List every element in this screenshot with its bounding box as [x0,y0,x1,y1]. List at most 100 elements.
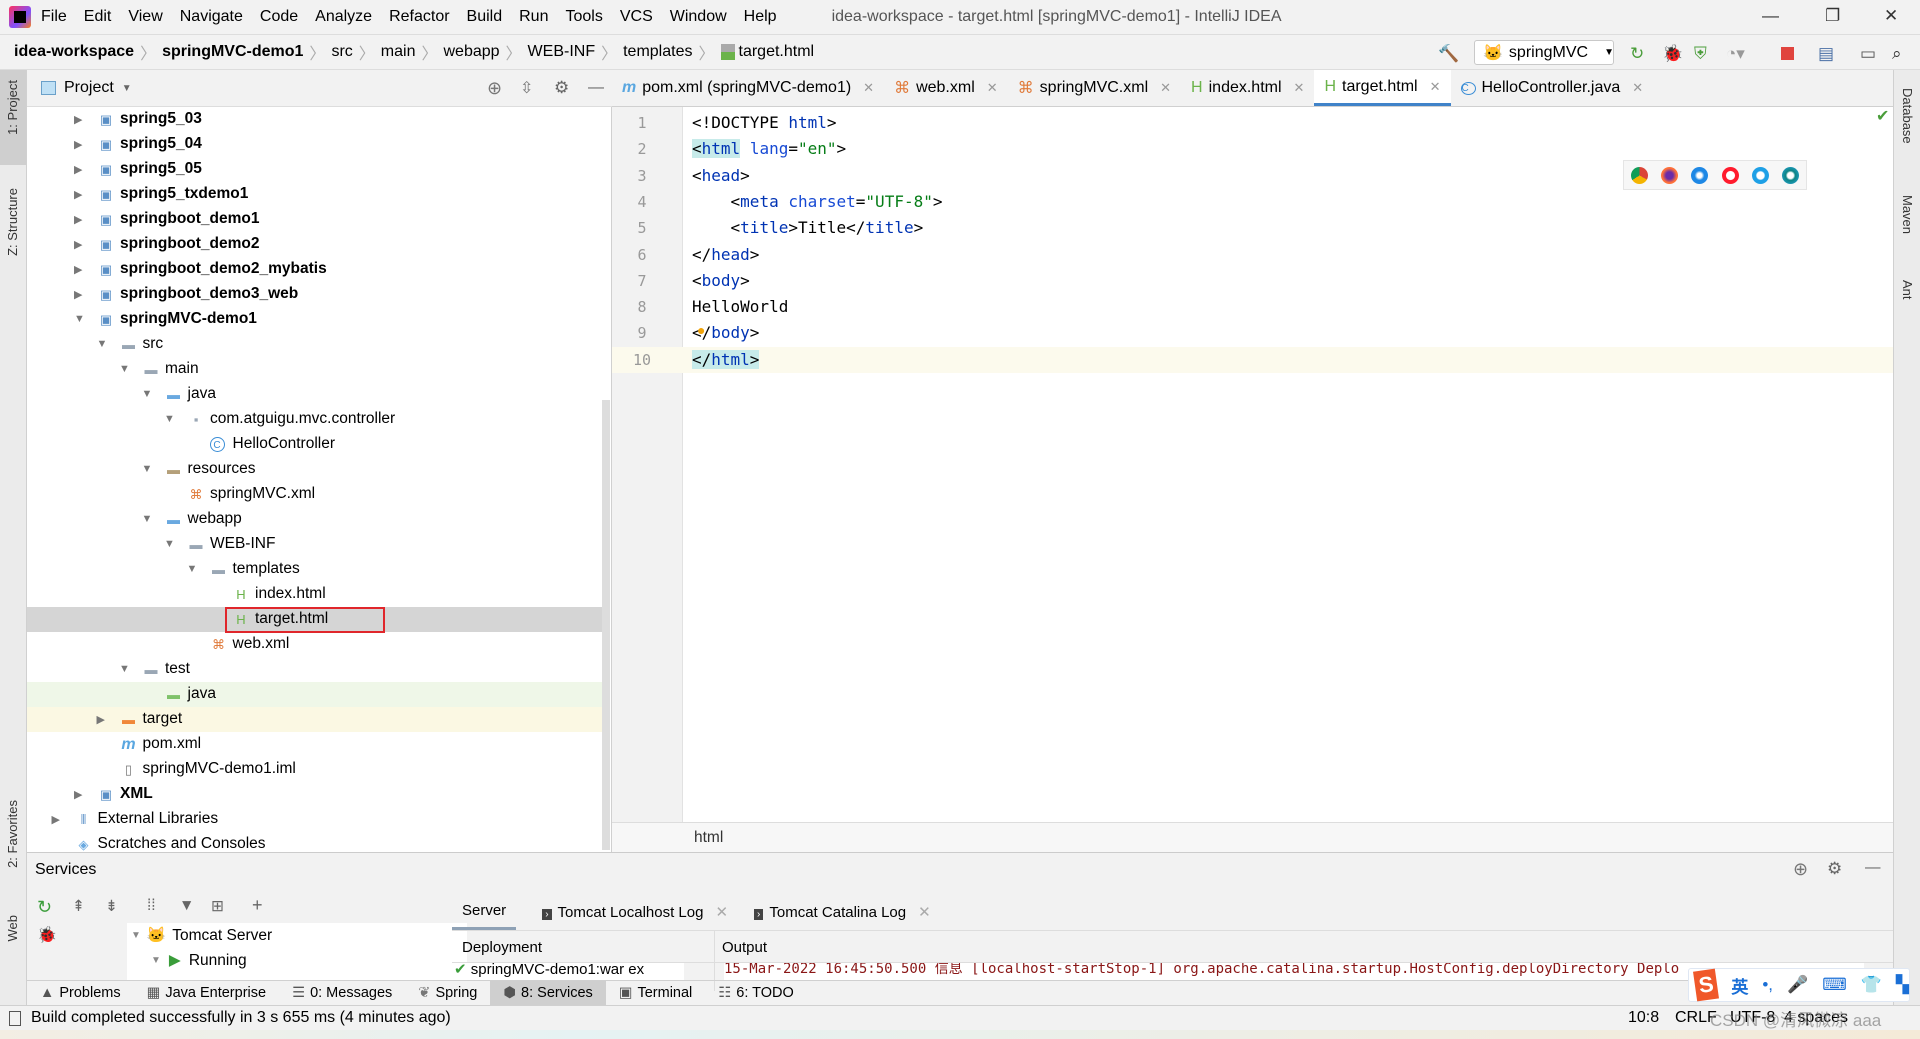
chevron-right-icon[interactable]: ▶ [74,163,82,176]
intention-bulb-icon[interactable]: ● [697,322,705,338]
expand-all-icon[interactable]: ⇞ [72,897,85,916]
filter-icon[interactable]: ▼ [179,897,194,915]
tree-node[interactable]: m pom.xml [27,732,607,757]
code-line[interactable]: <!DOCTYPE html> [692,110,837,136]
code-line[interactable]: <meta charset="UTF-8"> [692,189,943,215]
breadcrumb-item[interactable]: springMVC-demo1 [162,43,303,61]
close-button[interactable]: ✕ [1884,6,1898,26]
chevron-right-icon[interactable]: ▶ [52,813,60,826]
group-by-icon[interactable]: ⁞⁞ [147,897,156,915]
chevron-down-icon[interactable]: ▼ [187,563,198,575]
menu-vcs[interactable]: VCS [620,8,653,26]
tree-node[interactable]: ▶ ▣ XML [27,782,607,807]
terminal-tool-button[interactable]: ▣ Terminal [606,981,706,1006]
tomcat-server-node[interactable]: ▼ 🐱 Tomcat Server [131,926,272,945]
todo-tool-button[interactable]: ☷ 6: TODO [705,981,806,1006]
tree-node[interactable]: ▼ ▬ templates [27,557,607,582]
java-enterprise-tool-button[interactable]: ▦ Java Enterprise [134,981,279,1006]
close-tab-icon[interactable]: ✕ [1294,80,1305,96]
breadcrumb-item[interactable]: WEB-INF [528,43,596,61]
chevron-down-icon[interactable]: ▼ [164,413,175,425]
project-view-select[interactable]: Project [64,79,114,97]
close-tab-icon[interactable]: ✕ [987,80,998,96]
project-structure-icon[interactable]: ▤ [1818,44,1834,64]
stop-icon[interactable] [1781,47,1794,60]
chevron-right-icon[interactable]: ▶ [74,288,82,301]
menu-navigate[interactable]: Navigate [180,8,243,26]
chevron-right-icon[interactable]: ▶ [74,263,82,276]
presentation-icon[interactable]: ▭ [1860,44,1876,64]
menu-refactor[interactable]: Refactor [389,8,449,26]
tree-node[interactable]: ▶ ▣ spring5_txdemo1 [27,182,607,207]
editor-tab[interactable]: ⌘ springMVC.xml ✕ [1008,70,1181,106]
chevron-down-icon[interactable]: ▼ [119,663,130,675]
menu-run[interactable]: Run [519,8,548,26]
safari-browser-icon[interactable] [1691,166,1709,184]
menu-code[interactable]: Code [260,8,298,26]
tree-node[interactable]: ▶ ▣ springboot_demo1 [27,207,607,232]
tree-node[interactable]: ▶ ⫴ External Libraries [27,807,607,832]
menu-analyze[interactable]: Analyze [315,8,372,26]
breadcrumb-item[interactable]: webapp [443,43,499,61]
tab-server[interactable]: Server [452,894,517,930]
chevron-right-icon[interactable]: ▶ [74,788,82,801]
tree-node[interactable]: ⌘ springMVC.xml [27,482,607,507]
restore-button[interactable]: ❐ [1825,6,1840,26]
code-line[interactable]: <head> [692,163,750,189]
breadcrumb-item[interactable]: target.html [739,43,815,61]
chevron-right-icon[interactable]: ▶ [74,238,82,251]
project-scrollbar[interactable] [602,400,610,850]
tree-node[interactable]: Hindex.html [27,582,607,607]
chevron-right-icon[interactable]: ▶ [97,713,105,726]
microphone-icon[interactable]: 🎤 [1787,975,1808,995]
tree-node[interactable]: ▯ springMVC-demo1.iml [27,757,607,782]
tree-node[interactable]: ▼ ▪ com.atguigu.mvc.controller [27,407,607,432]
tab-tomcat-localhost-log[interactable]: › Tomcat Localhost Log ✕ [542,903,728,921]
keyboard-icon[interactable]: ⌨ [1822,975,1847,995]
caret-position[interactable]: 10:8 [1628,1009,1659,1027]
tree-node[interactable]: ▼ ▬ java [27,382,607,407]
web-tool-button[interactable]: Web [5,915,20,942]
menu-window[interactable]: Window [670,8,727,26]
tree-node[interactable]: ▼ ▬ test [27,657,607,682]
chevron-down-icon[interactable]: ▼ [164,538,175,550]
running-node[interactable]: ▼ ▶ Running [151,951,247,970]
inspection-ok-icon[interactable]: ✔ [1876,106,1889,126]
chevron-right-icon[interactable]: ▶ [74,188,82,201]
apps-grid-icon[interactable]: ▚ [1896,975,1909,995]
breadcrumb-item[interactable]: src [331,43,352,61]
ime-punctuation[interactable]: •, [1762,975,1773,995]
tree-node[interactable]: Htarget.html [27,607,607,633]
search-icon[interactable]: ⌕ [1892,44,1902,64]
chevron-down-icon[interactable]: ▼ [142,513,153,525]
breadcrumb-item[interactable]: main [381,43,416,61]
close-tab-icon[interactable]: ✕ [1160,80,1171,96]
tree-node[interactable]: ▼ ▬ WEB-INF [27,532,607,557]
code-line[interactable]: </head> [692,242,759,268]
chevron-right-icon[interactable]: ▶ [74,113,82,126]
services-tool-button[interactable]: ⬢ 8: Services [490,980,606,1006]
code-line[interactable]: <body> [692,268,750,294]
edge-browser-icon[interactable] [1782,166,1800,184]
editor-tab[interactable]: Hindex.html ✕ [1181,70,1314,106]
minimize-button[interactable]: — [1762,6,1779,26]
tree-node[interactable]: ⌘ web.xml [27,632,607,657]
chevron-right-icon[interactable]: ▶ [74,213,82,226]
project-tool-button[interactable]: 1: Project [5,80,20,135]
tree-node[interactable]: ▶ ▬ target [27,707,607,732]
chevron-down-icon[interactable]: ▼ [142,388,153,400]
close-tab-icon[interactable]: ✕ [1430,79,1441,95]
tree-node[interactable]: ▶ ▣ springboot_demo2_mybatis [27,257,607,282]
chevron-right-icon[interactable]: ▶ [74,138,82,151]
opera-browser-icon[interactable] [1721,166,1739,184]
debug-icon[interactable]: 🐞 [1662,44,1683,64]
tree-node[interactable]: C HelloController [27,432,607,457]
chevron-down-icon[interactable]: ▼ [97,338,108,350]
code-editor[interactable]: <!DOCTYPE html> <html lang="en"> <head> <m… [683,107,1893,822]
editor-tab[interactable]: ⌘ web.xml ✕ [884,70,1008,106]
breadcrumb-item[interactable]: templates [623,43,692,61]
editor-tab[interactable]: m pom.xml (springMVC-demo1) ✕ [612,70,884,106]
tree-node[interactable]: ▼ ▬ webapp [27,507,607,532]
chevron-down-icon[interactable]: ▼ [122,83,132,94]
code-line[interactable]: <title>Title</title> [692,215,924,241]
